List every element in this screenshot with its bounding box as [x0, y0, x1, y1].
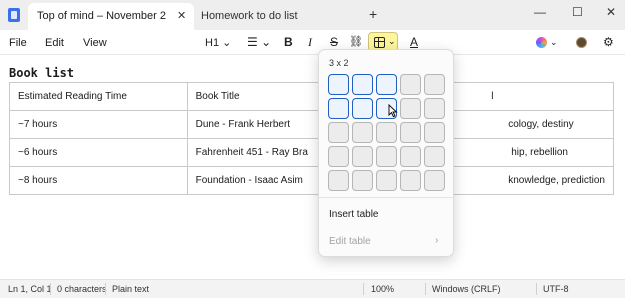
table-header-cell[interactable]: Estimated Reading Time	[9, 82, 188, 111]
table-row: ~6 hours Fahrenheit 451 - Ray Bra hip, r…	[9, 138, 614, 167]
bold-icon[interactable]: B	[284, 35, 293, 49]
italic-icon[interactable]: I	[308, 35, 312, 50]
table-size-cell[interactable]	[424, 74, 445, 95]
settings-gear-icon[interactable]: ⚙	[603, 35, 614, 49]
menu-view[interactable]: View	[83, 37, 107, 49]
tab-top-of-mind[interactable]: Top of mind – November 2 ✕	[28, 3, 194, 30]
table-size-cell[interactable]	[328, 74, 349, 95]
chevron-right-icon: ›	[435, 235, 439, 246]
table-size-cell[interactable]	[424, 146, 445, 167]
zoom-level[interactable]: 100%	[371, 284, 394, 294]
list-dropdown[interactable]: ☰ ⌄	[247, 35, 271, 49]
menu-toolbar: File Edit View H1 ⌄ ☰ ⌄ B I S ⛓ ⌄ A ⌄ ⚙	[0, 30, 625, 55]
table-size-cell[interactable]	[352, 98, 373, 119]
table-row: ~8 hours Foundation - Isaac Asim knowled…	[9, 166, 614, 195]
table-size-cell[interactable]	[424, 170, 445, 191]
mouse-pointer-icon	[388, 104, 398, 118]
cursor-position: Ln 1, Col 1	[8, 284, 52, 294]
status-bar: Ln 1, Col 1 0 characters Plain text 100%…	[0, 279, 625, 298]
copilot-chevron-icon[interactable]: ⌄	[550, 37, 558, 48]
edit-table-menu-item: Edit table	[329, 236, 371, 247]
table-size-cell[interactable]	[328, 146, 349, 167]
spellcheck-icon[interactable]: A	[410, 35, 418, 49]
copilot-icon[interactable]	[536, 37, 547, 48]
table-header-row: Estimated Reading Time Book Title l	[9, 82, 614, 111]
account-avatar[interactable]	[576, 37, 587, 48]
title-bar: Top of mind – November 2 ✕ Homework to d…	[0, 0, 625, 30]
minimize-icon[interactable]: —	[534, 5, 546, 19]
close-tab-icon[interactable]: ✕	[177, 9, 186, 22]
table-size-cell[interactable]	[352, 122, 373, 143]
table-icon	[374, 37, 385, 48]
divider	[319, 197, 453, 198]
chevron-down-icon: ⌄	[388, 36, 396, 46]
book-table: Estimated Reading Time Book Title l ~7 h…	[9, 82, 614, 195]
divider	[105, 283, 106, 295]
table-size-cell[interactable]	[328, 98, 349, 119]
character-count: 0 characters	[57, 284, 107, 294]
menu-edit[interactable]: Edit	[45, 37, 64, 49]
tab-homework[interactable]: Homework to do list	[201, 10, 298, 22]
table-size-cell[interactable]	[400, 74, 421, 95]
new-tab-icon[interactable]: +	[369, 6, 377, 22]
table-cell[interactable]: ~8 hours	[9, 166, 188, 195]
table-cell[interactable]: ~6 hours	[9, 138, 188, 167]
table-size-label: 3 x 2	[329, 58, 349, 68]
table-size-cell[interactable]	[376, 146, 397, 167]
encoding[interactable]: UTF-8	[543, 284, 569, 294]
divider	[50, 283, 51, 295]
notepad-app-icon	[8, 8, 20, 22]
insert-table-menu-item[interactable]: Insert table	[329, 209, 378, 220]
divider	[425, 283, 426, 295]
close-window-icon[interactable]: ✕	[606, 5, 616, 19]
table-size-cell[interactable]	[400, 170, 421, 191]
tab-title: Top of mind – November 2	[37, 10, 167, 22]
table-size-cell[interactable]	[352, 146, 373, 167]
table-size-cell[interactable]	[328, 122, 349, 143]
table-size-cell[interactable]	[328, 170, 349, 191]
table-size-cell[interactable]	[376, 122, 397, 143]
text-format: Plain text	[112, 284, 150, 294]
document-heading: Book list	[9, 66, 75, 80]
heading-dropdown[interactable]: H1 ⌄	[205, 36, 231, 49]
table-size-cell[interactable]	[400, 122, 421, 143]
line-endings[interactable]: Windows (CRLF)	[432, 284, 501, 294]
table-size-cell[interactable]	[424, 122, 445, 143]
menu-file[interactable]: File	[9, 37, 27, 49]
strikethrough-icon[interactable]: S	[330, 35, 338, 49]
table-size-cell[interactable]	[400, 146, 421, 167]
insert-table-popup: 3 x 2 Insert table Edit table ›	[318, 49, 454, 257]
table-cell[interactable]: ~7 hours	[9, 110, 188, 139]
table-row: ~7 hours Dune - Frank Herbert cology, de…	[9, 110, 614, 139]
table-size-cell[interactable]	[376, 170, 397, 191]
link-icon[interactable]: ⛓	[349, 35, 363, 48]
divider	[363, 283, 364, 295]
table-size-cell[interactable]	[352, 170, 373, 191]
divider	[536, 283, 537, 295]
table-size-cell[interactable]	[376, 74, 397, 95]
maximize-icon[interactable]: ☐	[572, 5, 583, 19]
table-size-cell[interactable]	[352, 74, 373, 95]
table-size-cell[interactable]	[424, 98, 445, 119]
table-size-cell[interactable]	[400, 98, 421, 119]
